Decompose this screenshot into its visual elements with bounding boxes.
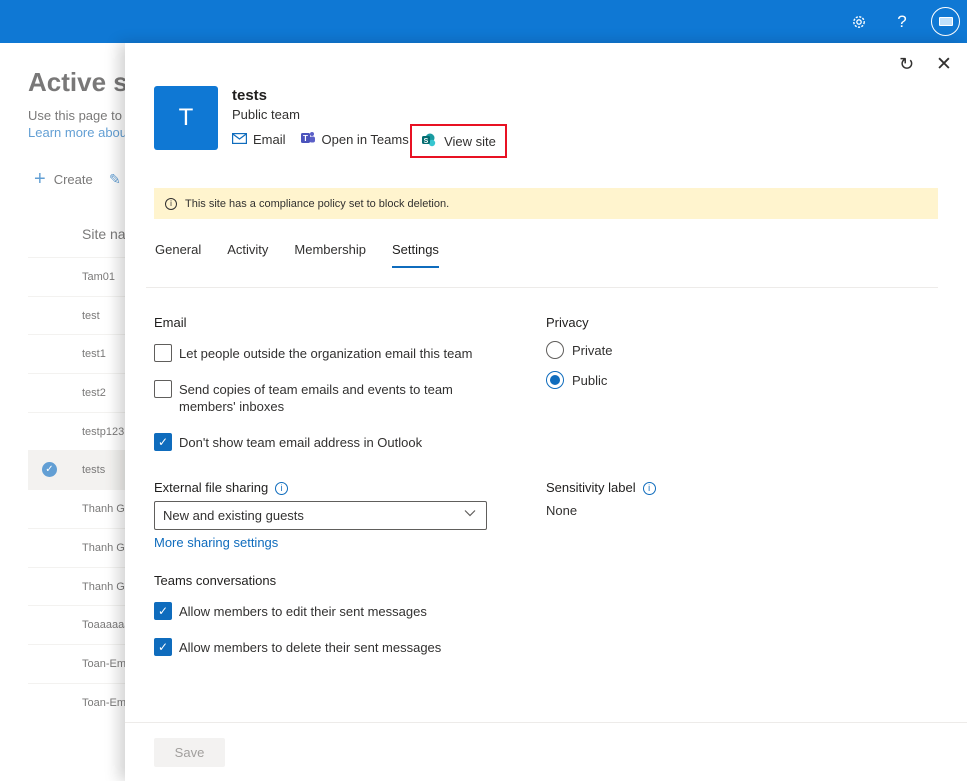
account-icon[interactable] — [931, 7, 960, 36]
tab-general[interactable]: General — [155, 242, 201, 268]
panel-tabs: General Activity Membership Settings — [155, 242, 465, 268]
email-option-external[interactable]: Let people outside the organization emai… — [154, 344, 494, 362]
info-icon[interactable]: i — [275, 481, 289, 495]
refresh-icon[interactable]: ↻ — [899, 54, 914, 75]
external-sharing-label: External file sharing i — [154, 480, 289, 495]
overlay-shade[interactable] — [0, 43, 125, 781]
open-in-teams-action[interactable]: T Open in Teams — [300, 131, 409, 148]
mail-icon — [232, 132, 248, 147]
info-icon[interactable]: i — [642, 481, 656, 495]
email-option-hide-address[interactable]: ✓ Don't show team email address in Outlo… — [154, 433, 494, 451]
radio-button-selected[interactable] — [546, 371, 564, 389]
checkbox-checked[interactable]: ✓ — [154, 433, 172, 451]
team-name: tests — [232, 87, 268, 104]
sensitivity-label-heading: Sensitivity label i — [546, 480, 656, 495]
tab-activity[interactable]: Activity — [227, 242, 268, 268]
tab-settings[interactable]: Settings — [391, 242, 439, 268]
team-actions: Email T Open in Teams — [232, 131, 423, 148]
checkbox-checked[interactable]: ✓ — [154, 638, 172, 656]
team-details-panel: ↻ ✕ T tests Public team Email T Open in … — [125, 43, 967, 781]
checkbox[interactable] — [154, 380, 172, 398]
checkbox[interactable] — [154, 344, 172, 362]
allow-edit-messages-option[interactable]: ✓ Allow members to edit their sent messa… — [154, 602, 427, 620]
sensitivity-value: None — [546, 503, 578, 518]
footer-divider — [125, 722, 967, 723]
gear-icon[interactable] — [847, 10, 871, 34]
external-sharing-dropdown[interactable]: New and existing guests — [154, 501, 487, 530]
close-icon[interactable]: ✕ — [936, 53, 952, 76]
radio-button[interactable] — [546, 341, 564, 359]
tab-divider — [146, 287, 938, 288]
privacy-section-label: Privacy — [546, 315, 589, 330]
privacy-option-private[interactable]: Private — [546, 341, 612, 359]
teams-conversations-label: Teams conversations — [154, 573, 277, 588]
checkbox-checked[interactable]: ✓ — [154, 602, 172, 620]
sharepoint-icon: S — [421, 133, 437, 150]
email-section-label: Email — [154, 315, 187, 330]
more-sharing-settings-link[interactable]: More sharing settings — [154, 535, 278, 550]
teams-icon: T — [300, 131, 316, 148]
info-icon: i — [165, 197, 177, 210]
privacy-option-public[interactable]: Public — [546, 371, 607, 389]
help-icon[interactable]: ? — [890, 10, 914, 34]
team-avatar: T — [154, 86, 218, 150]
view-site-action[interactable]: S View site — [410, 124, 507, 158]
top-bar: ? — [0, 0, 967, 43]
svg-text:S: S — [424, 137, 429, 144]
save-button[interactable]: Save — [154, 738, 225, 767]
compliance-banner: i This site has a compliance policy set … — [154, 188, 938, 219]
tab-membership[interactable]: Membership — [294, 242, 366, 268]
email-option-copies[interactable]: Send copies of team emails and events to… — [154, 380, 474, 415]
team-type: Public team — [232, 107, 300, 122]
email-action[interactable]: Email — [232, 132, 286, 147]
chevron-down-icon — [464, 508, 476, 520]
allow-delete-messages-option[interactable]: ✓ Allow members to delete their sent mes… — [154, 638, 441, 656]
svg-text:T: T — [303, 134, 308, 143]
